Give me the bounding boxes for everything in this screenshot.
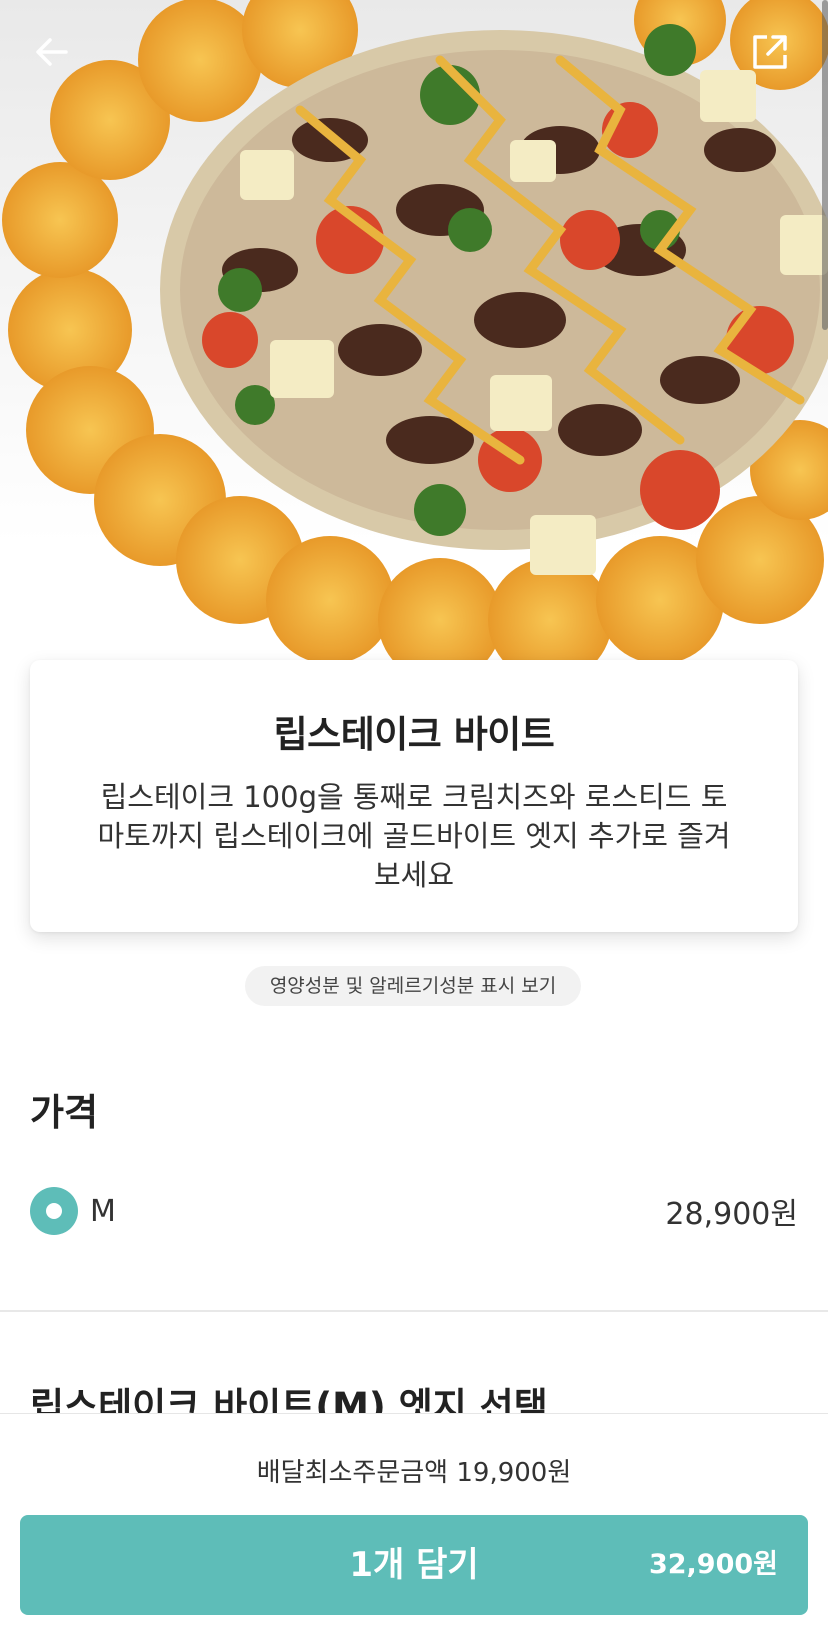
nutrition-allergy-link[interactable]: 영양성분 및 알레르기성분 표시 보기 (245, 966, 581, 1006)
add-to-cart-button[interactable]: 1개 담기 32,900원 (20, 1515, 808, 1615)
product-info-card: 립스테이크 바이트 립스테이크 100g을 통째로 크림치즈와 로스티드 토마토… (30, 660, 798, 932)
radio-selected-icon[interactable] (30, 1187, 78, 1235)
share-icon (753, 35, 787, 69)
pizza-illustration (2, 0, 828, 680)
scrollbar[interactable] (822, 0, 828, 330)
section-divider (0, 1310, 828, 1312)
share-button[interactable] (740, 22, 800, 82)
price-option-m[interactable]: M 28,900원 (30, 1186, 798, 1236)
product-title: 립스테이크 바이트 (273, 713, 555, 756)
back-button[interactable] (22, 22, 82, 82)
product-image (0, 0, 828, 680)
cart-total-price: 32,900원 (648, 1549, 778, 1580)
bottom-order-bar: 배달최소주문금액 19,900원 1개 담기 32,900원 (0, 1413, 828, 1649)
price-section-title: 가격 (30, 1091, 99, 1134)
option-label: M (90, 1193, 116, 1229)
option-price: 28,900원 (665, 1197, 798, 1232)
min-order-amount: 배달최소주문금액 19,900원 (256, 1458, 572, 1488)
product-description: 립스테이크 100g을 통째로 크림치즈와 로스티드 토마토까지 립스테이크에 … (97, 780, 731, 892)
arrow-left-icon (36, 38, 68, 66)
